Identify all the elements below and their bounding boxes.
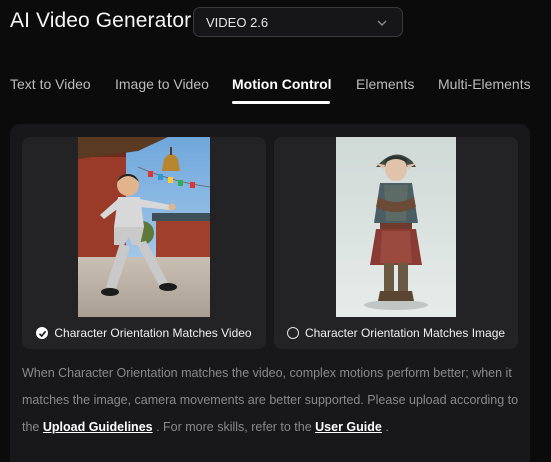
orientation-option-image-caption: Character Orientation Matches Image [274,317,518,349]
model-version-select[interactable]: VIDEO 2.6 [193,7,403,37]
tab-image-to-video[interactable]: Image to Video [115,76,209,92]
description-text-2: . For more skills, refer to the [152,420,316,434]
tab-motion-control[interactable]: Motion Control [232,76,332,92]
tab-text-to-video[interactable]: Text to Video [10,76,91,92]
tab-multi-elements[interactable]: Multi-Elements [438,76,531,92]
orientation-option-image[interactable]: Character Orientation Matches Image [274,137,518,349]
orientation-option-image-label: Character Orientation Matches Image [304,326,506,340]
kid-martial-arts-thumbnail [78,137,210,317]
motion-control-panel: Character Orientation Matches Video Char… [10,124,530,462]
tab-elements[interactable]: Elements [356,76,414,92]
orientation-option-video-caption: Character Orientation Matches Video [22,317,266,349]
orientation-option-video[interactable]: Character Orientation Matches Video [22,137,266,349]
user-guide-link[interactable]: User Guide [315,420,382,434]
app-title: AI Video Generator [10,9,192,32]
orientation-option-video-label: Character Orientation Matches Video [54,326,252,340]
radio-unchecked-icon [286,327,299,339]
model-version-value: VIDEO 2.6 [206,15,269,30]
orientation-description: When Character Orientation matches the v… [22,360,522,441]
upload-guidelines-link[interactable]: Upload Guidelines [43,420,153,434]
header: AI Video Generator VIDEO 2.6 [0,0,551,52]
description-text-3: . [381,420,389,434]
elf-character-thumbnail [336,137,456,317]
active-tab-indicator [232,101,330,104]
chevron-down-icon [377,20,387,26]
check-circle-icon [36,327,49,339]
